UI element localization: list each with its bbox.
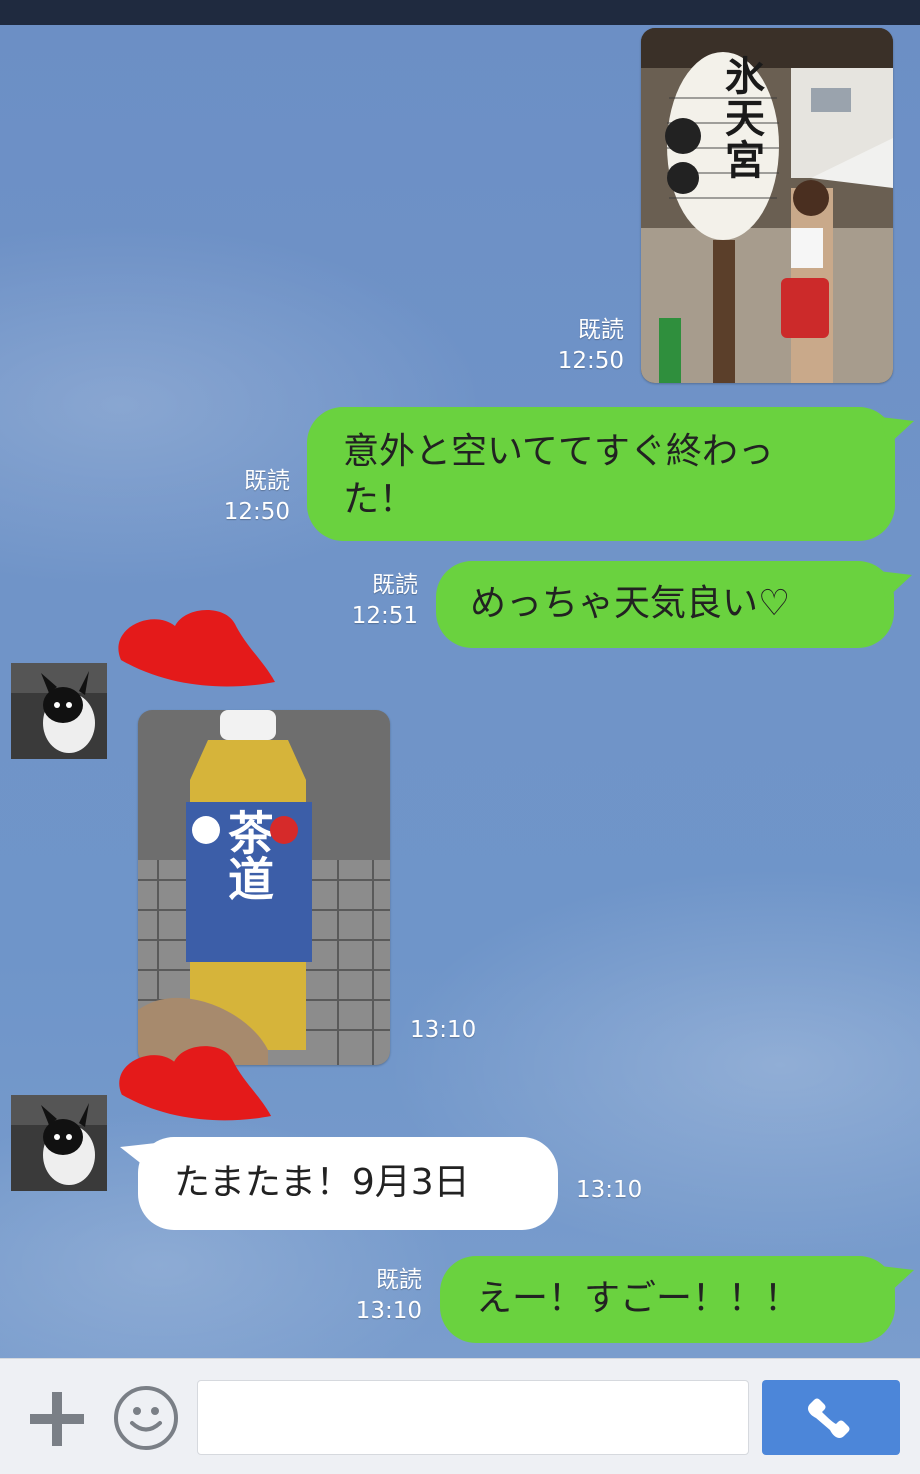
message-text-line: た！ — [343, 479, 416, 520]
sent-photo-lantern[interactable]: 氷天宮 — [641, 28, 893, 383]
bubble-tail — [880, 417, 914, 445]
bubble-tail — [878, 571, 912, 599]
message-input[interactable] — [197, 1380, 749, 1455]
bottle-label-text: 茶道 — [221, 809, 275, 901]
received-message-bubble[interactable]: たまたま！9月3日 — [138, 1137, 558, 1230]
message-text-line: 意外と空いててすぐ終わっ — [343, 431, 774, 472]
sent-message-bubble[interactable]: えー！すごー！！！ — [440, 1256, 895, 1343]
lantern-text: 氷天宮 — [718, 55, 765, 181]
smiley-icon[interactable] — [114, 1386, 178, 1450]
read-receipt: 既読 12:51 — [351, 572, 418, 629]
message-time: 13:10 — [576, 1177, 643, 1203]
message-text: たまたま！9月3日 — [174, 1162, 470, 1203]
input-bar — [0, 1358, 920, 1474]
heart-decoration — [119, 1046, 272, 1121]
received-photo-tea[interactable]: 茶道 — [138, 710, 390, 1065]
avatar[interactable] — [11, 1095, 107, 1191]
read-receipt: 既読 12:50 — [557, 317, 624, 374]
message-text: えー！すごー！！！ — [476, 1278, 801, 1319]
avatar[interactable] — [11, 663, 107, 759]
message-time: 13:10 — [410, 1017, 477, 1043]
heart-decoration — [118, 609, 275, 687]
call-button[interactable] — [762, 1380, 900, 1455]
bubble-tail — [880, 1266, 914, 1294]
sent-message-bubble[interactable]: 意外と空いててすぐ終わっ た！ — [307, 407, 895, 541]
phone-icon — [808, 1398, 850, 1438]
read-receipt: 既読 12:50 — [223, 468, 290, 525]
chat-area[interactable]: 既読 12:50 氷天宮 既読 12:50 意外と空いててすぐ終わっ た！ 既読… — [0, 25, 920, 1358]
status-bar — [0, 0, 920, 25]
message-text: めっちゃ天気良い♡ — [470, 583, 791, 624]
sent-message-bubble[interactable]: めっちゃ天気良い♡ — [436, 561, 894, 648]
read-receipt: 既読 13:10 — [355, 1267, 422, 1324]
plus-icon[interactable] — [30, 1392, 84, 1446]
